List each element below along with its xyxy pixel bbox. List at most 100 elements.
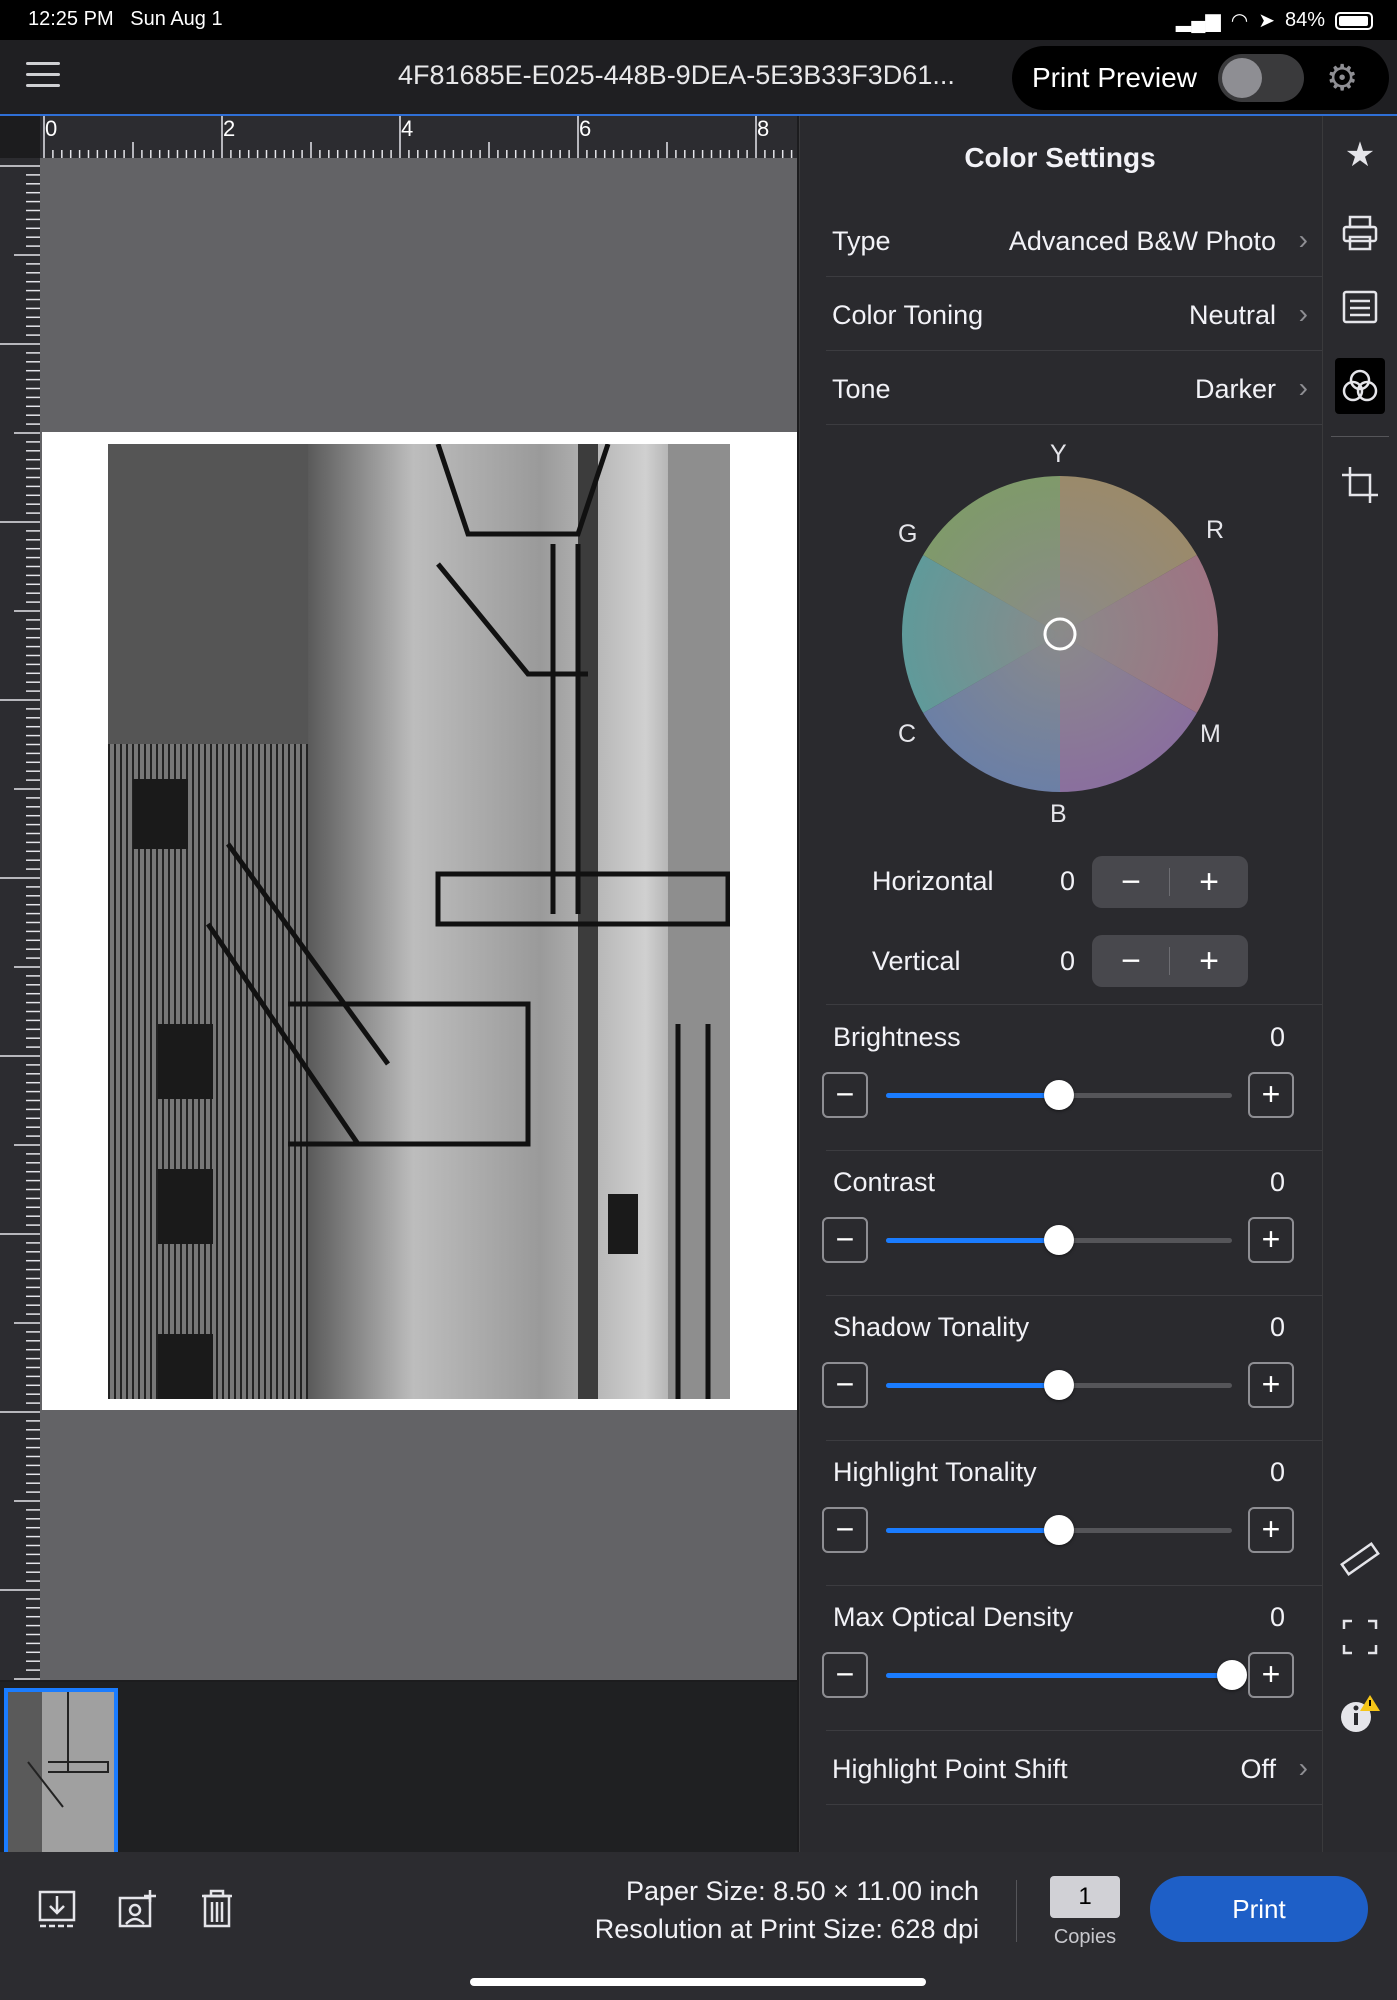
chevron-right-icon: ›: [1298, 1752, 1308, 1783]
contrast-label: Contrast: [833, 1167, 936, 1197]
max-optical-density-slider-fill: [886, 1673, 1232, 1678]
highlight-tonality-slider-knob[interactable]: [1044, 1515, 1074, 1545]
highlight-point-shift-label: Highlight Point Shift: [832, 1754, 1068, 1784]
max-optical-density-value: 0: [1270, 1602, 1286, 1632]
expand-icon[interactable]: [1335, 1612, 1385, 1662]
photo-image: [108, 443, 731, 1399]
color-wheel[interactable]: [900, 474, 1220, 794]
wheel-label-r: R: [1206, 516, 1225, 544]
horizontal-increment-button[interactable]: +: [1170, 856, 1248, 908]
brightness-value: 0: [1270, 1022, 1286, 1052]
highlight-tonality-slider-fill: [886, 1528, 1059, 1533]
wheel-label-c: C: [898, 720, 917, 748]
highlight-point-shift-value: Off: [1240, 1754, 1276, 1784]
right-sidebar: ★: [1322, 116, 1397, 1852]
printer-icon[interactable]: [1335, 208, 1385, 258]
status-time: 12:25 PM Sun Aug 1: [28, 8, 223, 30]
copies-label: Copies: [1053, 1926, 1117, 1948]
shadow-tonality-increment-button[interactable]: +: [1248, 1362, 1294, 1408]
ruler-vertical: [0, 158, 40, 1680]
horizontal-label: Horizontal: [872, 866, 994, 896]
star-icon[interactable]: ★: [1335, 130, 1385, 180]
wheel-label-m: M: [1200, 720, 1221, 748]
highlight-tonality-decrement-button[interactable]: −: [822, 1507, 868, 1553]
max-optical-density-slider-knob[interactable]: [1217, 1660, 1247, 1690]
thumbnail-selected[interactable]: [4, 1688, 118, 1856]
color-toning-row[interactable]: Color Toning Neutral ›: [826, 276, 1322, 351]
max-optical-density-decrement-button[interactable]: −: [822, 1652, 868, 1698]
highlight-point-shift-row[interactable]: Highlight Point Shift Off ›: [826, 1730, 1322, 1805]
trash-icon[interactable]: [196, 1888, 238, 1939]
type-row[interactable]: Type Advanced B&W Photo ›: [826, 202, 1322, 277]
ruler-label: 4: [401, 116, 414, 141]
shadow-tonality-slider-knob[interactable]: [1044, 1370, 1074, 1400]
thumbnail-strip: [0, 1682, 797, 1852]
top-nav-bar: 4F81685E-E025-448B-9DEA-5E3B33F3D61... P…: [0, 40, 1397, 116]
import-icon[interactable]: [36, 1888, 78, 1939]
max-optical-density-increment-button[interactable]: +: [1248, 1652, 1294, 1698]
paper-size-info: Paper Size: 8.50 × 11.00 inch: [626, 1876, 979, 1906]
vertical-increment-button[interactable]: +: [1170, 935, 1248, 987]
print-preview-label: Print Preview: [1032, 62, 1197, 93]
vertical-value: 0: [1060, 946, 1076, 976]
tone-label: Tone: [832, 374, 891, 404]
color-settings-icon[interactable]: [1335, 358, 1385, 414]
file-title: 4F81685E-E025-448B-9DEA-5E3B33F3D61...: [398, 60, 955, 90]
photo-preview[interactable]: [108, 443, 731, 1399]
brightness-slider-knob[interactable]: [1044, 1080, 1074, 1110]
menu-icon[interactable]: [26, 62, 60, 88]
highlight-tonality-value: 0: [1270, 1457, 1286, 1487]
horizontal-decrement-button[interactable]: −: [1092, 856, 1170, 908]
shadow-tonality-label: Shadow Tonality: [833, 1312, 1030, 1342]
brightness-decrement-button[interactable]: −: [822, 1072, 868, 1118]
ruler-label: 2: [223, 116, 236, 141]
divider: [826, 1295, 1322, 1296]
divider: [826, 1004, 1322, 1005]
ruler-ticks: [0, 165, 40, 1680]
wheel-label-b: B: [1050, 800, 1067, 828]
sidebar-divider: [1331, 436, 1389, 437]
ruler-icon[interactable]: [1335, 1534, 1385, 1584]
contrast-decrement-button[interactable]: −: [822, 1217, 868, 1263]
panel-title: Color Settings: [964, 142, 1156, 173]
status-right: ▂▄▆ ◠ ➤ 84%: [1176, 8, 1373, 33]
vertical-decrement-button[interactable]: −: [1092, 935, 1170, 987]
wheel-label-y: Y: [1050, 440, 1067, 468]
contrast-slider-fill: [886, 1238, 1059, 1243]
max-optical-density-label: Max Optical Density: [833, 1602, 1074, 1632]
print-preview-toggle[interactable]: [1218, 54, 1304, 102]
home-indicator[interactable]: [470, 1978, 926, 1986]
print-button[interactable]: Print: [1150, 1876, 1368, 1942]
copies-field[interactable]: 1: [1050, 1876, 1120, 1918]
wifi-icon: ◠: [1230, 10, 1249, 32]
add-photo-icon[interactable]: [116, 1888, 158, 1939]
status-bar: 12:25 PM Sun Aug 1 ▂▄▆ ◠ ➤ 84%: [0, 0, 1397, 40]
wheel-label-g: G: [898, 520, 918, 548]
contrast-increment-button[interactable]: +: [1248, 1217, 1294, 1263]
chevron-right-icon: ›: [1298, 298, 1308, 329]
divider: [1016, 1880, 1017, 1942]
divider: [826, 1585, 1322, 1586]
color-toning-label: Color Toning: [832, 300, 984, 330]
brightness-increment-button[interactable]: +: [1248, 1072, 1294, 1118]
resolution-info: Resolution at Print Size: 628 dpi: [594, 1914, 979, 1944]
battery-icon: [1335, 11, 1373, 30]
gear-icon[interactable]: ⚙: [1326, 60, 1358, 96]
shadow-tonality-decrement-button[interactable]: −: [822, 1362, 868, 1408]
contrast-slider-knob[interactable]: [1044, 1225, 1074, 1255]
thumbnail-image: [8, 1692, 114, 1852]
tone-row[interactable]: Tone Darker ›: [826, 350, 1322, 425]
tone-value: Darker: [1194, 374, 1276, 404]
ruler-horizontal: 0 2 4 6 8: [40, 116, 797, 158]
chevron-right-icon: ›: [1298, 372, 1308, 403]
highlight-tonality-increment-button[interactable]: +: [1248, 1507, 1294, 1553]
shadow-tonality-value: 0: [1270, 1312, 1286, 1342]
crop-icon[interactable]: [1335, 460, 1385, 510]
settings-list-icon[interactable]: [1335, 282, 1385, 332]
color-toning-value: Neutral: [1188, 300, 1276, 330]
contrast-value: 0: [1270, 1167, 1286, 1197]
brightness-label: Brightness: [833, 1022, 961, 1052]
highlight-tonality-label: Highlight Tonality: [833, 1457, 1037, 1487]
info-warning-icon[interactable]: [1335, 1690, 1385, 1740]
max-optical-density-slider-track[interactable]: [886, 1673, 1232, 1678]
